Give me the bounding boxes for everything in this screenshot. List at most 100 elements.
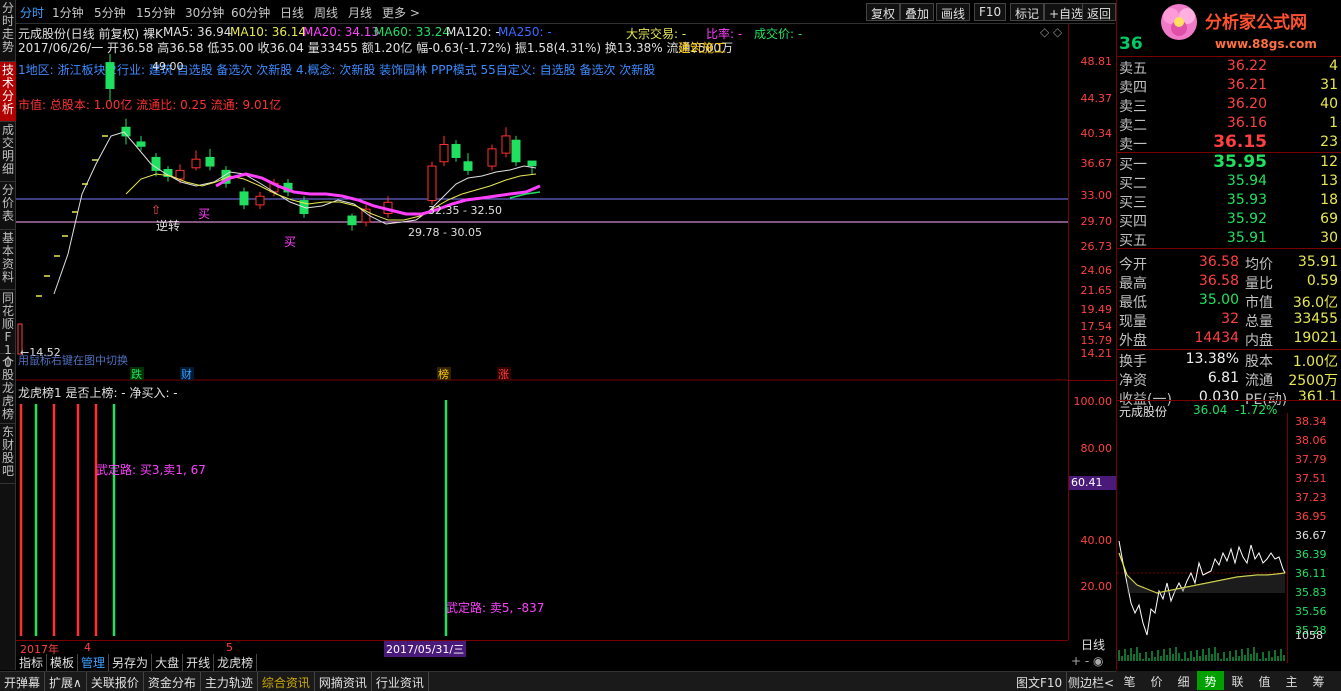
stat-row-high: 最高 36.58 量比 0.59 — [1119, 273, 1338, 292]
tab-dragon-tiger[interactable]: 个股龙虎榜 — [0, 354, 16, 424]
bid-row-4: 买四 35.92 69 — [1119, 211, 1338, 230]
template-button[interactable]: 模板 — [47, 654, 79, 671]
axis-tick: 36.67 — [1080, 157, 1113, 170]
dragon-tiger-button[interactable]: 龙虎榜 — [214, 654, 258, 671]
main-track-button[interactable]: 主力轨迹 — [201, 672, 258, 691]
adjust-button[interactable]: 复权 — [866, 3, 901, 21]
tab-price-table[interactable]: 分价表 — [0, 182, 16, 230]
stat-row-low: 最低 35.00 市值 36.0亿 — [1119, 292, 1338, 311]
manage-button[interactable]: 管理 — [78, 654, 110, 671]
tab-f10[interactable]: 同花顺F10 — [0, 290, 16, 370]
candle-body[interactable] — [511, 139, 521, 163]
news-button[interactable]: 综合资讯 — [258, 672, 315, 691]
candle-body[interactable] — [487, 148, 497, 167]
open-line-button[interactable]: 开线 — [183, 654, 215, 671]
tab-detail[interactable]: 细 — [1170, 671, 1197, 690]
tab-technical[interactable]: 技术分析 — [0, 62, 16, 122]
bid-row-2: 买二 35.94 13 — [1119, 173, 1338, 192]
buy-signal-2: 买 — [284, 235, 296, 249]
candle-body[interactable] — [105, 62, 115, 89]
candle-body[interactable] — [463, 161, 473, 171]
mini-axis-tick: 37.23 — [1295, 491, 1327, 504]
ask-row-4: 卖四 36.21 31 — [1119, 77, 1338, 96]
industry-news-button[interactable]: 行业资讯 — [372, 672, 429, 691]
period-tab-week[interactable]: 周线 — [314, 4, 338, 21]
kline-svg: 49.00 ←14.52 32.35 - 32.50 29.78 - 30.05… — [16, 54, 1068, 381]
ask-row-3: 卖三 36.20 40 — [1119, 96, 1338, 115]
period-tab-day[interactable]: 日线 — [280, 4, 304, 21]
high-price-label: 49.00 — [152, 60, 184, 73]
candle-body[interactable] — [136, 141, 146, 147]
axis-tick: 17.54 — [1080, 320, 1113, 333]
panel-type-label[interactable]: 日线 — [1069, 636, 1117, 652]
bid-row-5: 买五 35.91 30 — [1119, 230, 1338, 249]
candle-body[interactable] — [439, 144, 449, 163]
trader-note-2: 武定路: 卖5, -837 — [446, 600, 544, 615]
period-tab-60min[interactable]: 60分钟 — [231, 4, 270, 21]
tag-fall[interactable]: 跌 — [131, 367, 142, 381]
candle-body[interactable] — [427, 165, 437, 202]
tab-trades[interactable]: 笔 — [1116, 671, 1143, 690]
kline-chart-panel[interactable]: 元成股份(日线 前复权) 裸K MA5: 36.94 MA10: 36.14 M… — [16, 24, 1068, 384]
tab-price[interactable]: 价 — [1143, 671, 1170, 690]
market-button[interactable]: 大盘 — [152, 654, 184, 671]
candle-body[interactable] — [191, 158, 201, 169]
related-quote-button[interactable]: 关联报价 — [87, 672, 144, 691]
barrage-button[interactable]: 开弹幕 — [0, 672, 46, 691]
candle-body[interactable] — [151, 156, 161, 171]
axis-tick: 29.70 — [1080, 215, 1113, 228]
fund-distribution-button[interactable]: 资金分布 — [144, 672, 201, 691]
period-tab-minute[interactable]: 分时 — [20, 4, 44, 21]
period-tab-1min[interactable]: 1分钟 — [52, 4, 84, 21]
mini-axis-tick: 37.79 — [1295, 453, 1327, 466]
candle-body[interactable] — [501, 135, 511, 154]
tab-trade-detail[interactable]: 成交明细 — [0, 122, 16, 182]
draw-line-button[interactable]: 画线 — [936, 3, 971, 21]
tab-forum[interactable]: 东财股吧 — [0, 424, 16, 484]
stat-row-outer: 外盘 14434 内盘 19021 — [1119, 330, 1338, 349]
period-tab-month[interactable]: 月线 — [348, 4, 372, 21]
period-tab-more[interactable]: 更多 > — [382, 4, 420, 21]
candle-body[interactable] — [527, 160, 537, 167]
tag-finance[interactable]: 财 — [181, 367, 192, 381]
period-tab-15min[interactable]: 15分钟 — [136, 4, 175, 21]
expand-button[interactable]: 扩展∧ — [45, 672, 87, 691]
tab-intraday[interactable]: 分时走势 — [0, 0, 16, 62]
tab-profile[interactable]: 基本资料 — [0, 230, 16, 290]
axis-tick: 40.34 — [1080, 127, 1113, 140]
tab-main[interactable]: 主 — [1278, 671, 1305, 690]
tab-chips[interactable]: 筹 — [1305, 671, 1332, 690]
tab-value[interactable]: 值 — [1251, 671, 1278, 690]
ask-row-5: 卖五 36.22 4 — [1119, 58, 1338, 77]
sidebar-toggle-button[interactable]: 侧边栏< — [1064, 672, 1120, 691]
intraday-mini-chart[interactable]: 元成股份 36.04 -1.72% 38.34 38.06 37.79 37.51 37… — [1117, 400, 1341, 665]
indicator-button[interactable]: 指标 — [16, 654, 48, 671]
mini-axis-tick: 36.95 — [1295, 510, 1327, 523]
period-tab-5min[interactable]: 5分钟 — [94, 4, 126, 21]
f10-text-button[interactable]: 图文F10 — [1012, 672, 1068, 691]
price-axis: 48.81 44.37 40.34 36.67 33.00 29.70 26.7… — [1068, 24, 1117, 652]
axis-tick: 26.73 — [1080, 240, 1113, 253]
save-as-button[interactable]: 另存为 — [109, 654, 153, 671]
candle-body[interactable] — [451, 144, 461, 158]
candle-body[interactable] — [347, 215, 357, 226]
back-button[interactable]: 返回 — [1082, 3, 1117, 21]
tag-rise[interactable]: 涨 — [498, 368, 509, 381]
dragon-tiger-panel[interactable]: 龙虎榜1 是否上榜: - 净买入: - 武定路: 买3,卖1, 67 武定路: … — [16, 384, 1068, 640]
candle-body[interactable] — [255, 195, 265, 206]
mark-button[interactable]: 标记 — [1010, 3, 1045, 21]
range-label-2: 29.78 - 30.05 — [408, 226, 482, 239]
candle-body[interactable] — [205, 156, 215, 167]
tab-link[interactable]: 联 — [1224, 671, 1251, 690]
f10-button[interactable]: F10 — [974, 3, 1007, 21]
tag-list[interactable]: 榜 — [438, 367, 449, 381]
tab-trend[interactable]: 势 — [1197, 671, 1224, 690]
right-panel-tabs: 笔价细势联值主筹 — [1116, 671, 1341, 691]
zoom-controls[interactable]: + - ◉ — [1068, 654, 1106, 668]
overlay-button[interactable]: 叠加 — [900, 3, 935, 21]
sub-panel-svg: 武定路: 买3,卖1, 67 武定路: 卖5, -837 — [19, 400, 544, 636]
candle-body[interactable] — [175, 169, 185, 180]
period-tab-30min[interactable]: 30分钟 — [185, 4, 224, 21]
digest-button[interactable]: 网摘资讯 — [315, 672, 372, 691]
candle-body[interactable] — [239, 191, 249, 206]
